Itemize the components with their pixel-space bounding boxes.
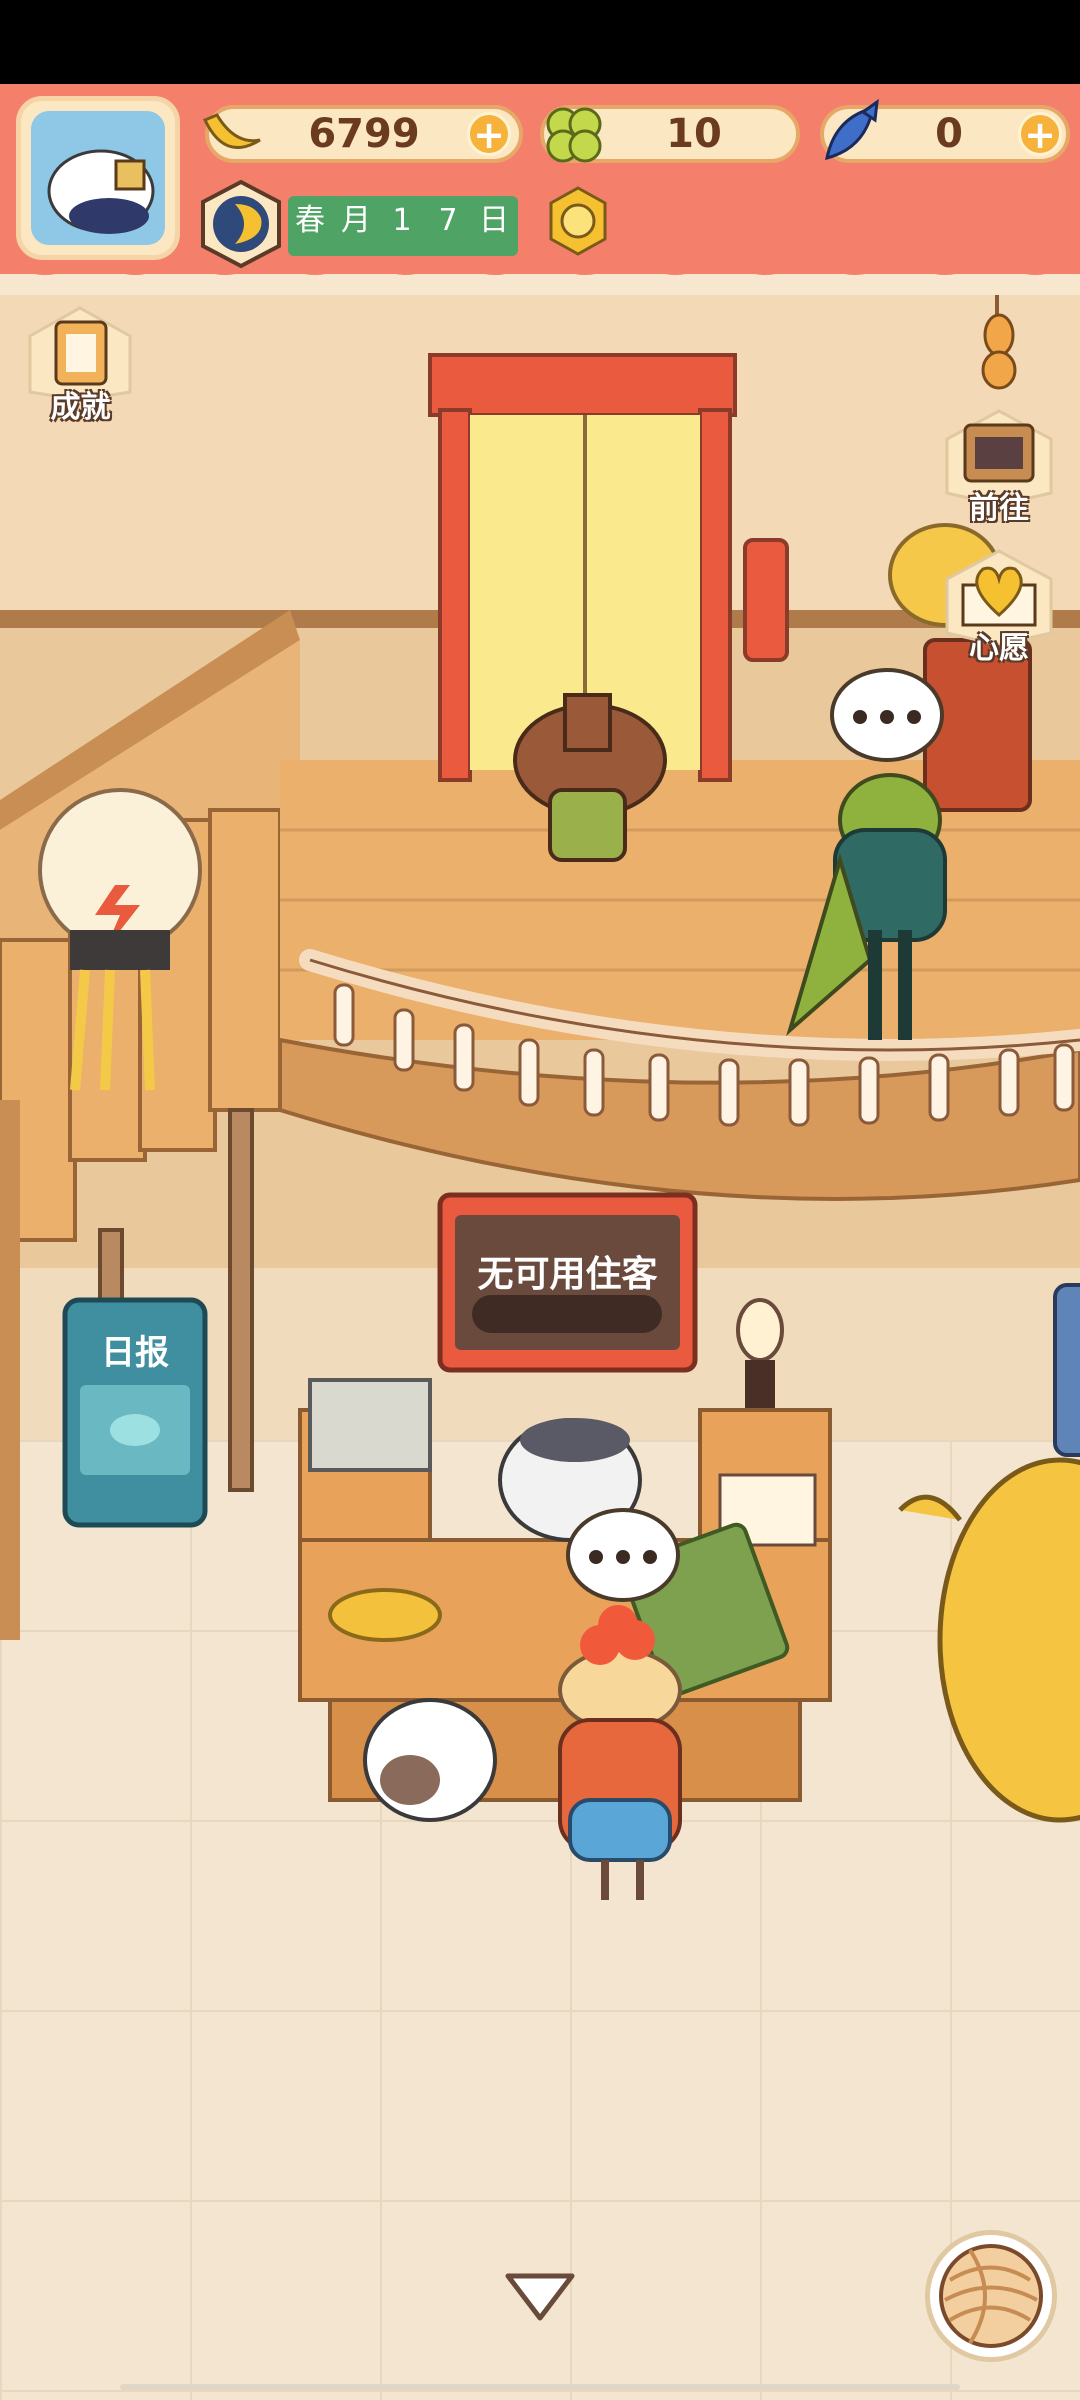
date-day-ones: 7: [438, 203, 458, 238]
banana-count: 6799: [308, 111, 420, 157]
clover-count: 10: [666, 111, 722, 157]
date-day-tens: 1: [392, 203, 412, 238]
home-indicator: [120, 2384, 960, 2390]
newspaper-label[interactable]: 日报: [65, 1325, 205, 1374]
fish-icon: [825, 98, 879, 161]
calico-cat: [363, 1698, 497, 1822]
date-season: 春: [295, 203, 325, 238]
chevron-down-icon[interactable]: [500, 2268, 580, 2328]
player-avatar[interactable]: [16, 96, 180, 260]
yellow-cat-giant: [898, 1457, 1080, 1823]
yarn-ball-icon: [939, 2244, 1043, 2348]
banner-scallop: [0, 255, 1080, 275]
hanging-ornament: [981, 295, 1017, 390]
speech-bubble-dino: [830, 668, 944, 762]
add-bananas-button[interactable]: +: [467, 112, 511, 156]
cat-avatar-icon: [31, 111, 165, 245]
lobby-scene: [0, 353, 1080, 1900]
sun-icon: [549, 186, 607, 256]
achievements-button[interactable]: 成就: [18, 300, 143, 430]
speech-bubble-cat: [566, 1508, 680, 1602]
wishes-button[interactable]: 心愿: [935, 545, 1063, 666]
blue-barrel: [1053, 1283, 1080, 1457]
no-guests-label: 无可用住客: [477, 1254, 658, 1295]
banana-icon: [202, 113, 261, 150]
go-to-label: 前往: [969, 491, 1029, 526]
yarn-menu-button[interactable]: [925, 2230, 1057, 2362]
wishes-label: 心愿: [969, 631, 1029, 666]
go-to-button[interactable]: 前往: [935, 405, 1063, 526]
clover-icon: [546, 107, 602, 163]
moon-icon: [201, 179, 281, 269]
date-month-label: 月: [341, 203, 371, 238]
achievements-label: 成就: [50, 390, 111, 425]
add-fish-button[interactable]: +: [1018, 112, 1062, 156]
fish-count: 0: [935, 111, 963, 157]
mezzanine: [278, 760, 1080, 1201]
date-day-suffix: 日: [479, 203, 509, 238]
